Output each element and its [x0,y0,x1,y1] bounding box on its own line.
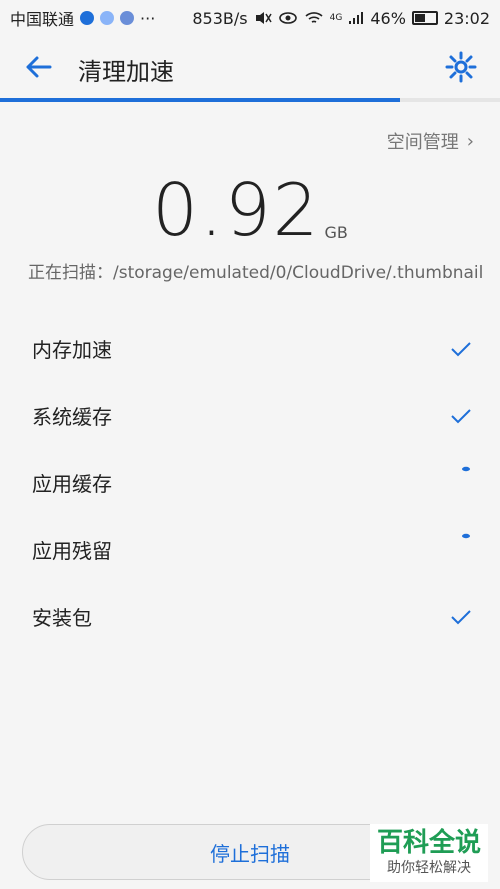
list-item: 内存加速 [0,315,500,382]
junk-size: 0.92 GB [0,168,500,252]
status-bar: 中国联通 ··· 853B/s 4G 46% 23:02 [0,0,500,36]
list-item: 系统缓存 [0,382,500,449]
mute-icon [255,12,272,24]
space-management-link[interactable]: 空间管理 › [387,128,474,154]
loading-spinner-icon [462,466,470,472]
notification-icon [80,11,95,25]
list-item: 应用残留 [0,516,500,583]
scan-category-list: 内存加速 系统缓存 应用缓存 应用残留 安装包 [0,315,500,650]
item-label: 应用残留 [32,539,112,563]
list-item: 安装包 [0,583,500,650]
check-icon [451,609,471,624]
scanning-path: 正在扫描：/storage/emulated/0/CloudDrive/.thu… [28,263,484,283]
item-label: 应用缓存 [32,472,112,496]
page-title: 清理加速 [78,58,174,86]
loading-spinner-icon [462,533,470,539]
cell-signal-icon [349,12,364,24]
item-label: 内存加速 [32,338,112,362]
notification-icon [100,11,115,25]
check-icon [451,341,471,356]
battery-percent: 46% [370,8,406,28]
eye-icon [278,12,297,24]
junk-size-value: 0.92 [152,168,321,252]
notification-icon [120,11,135,25]
list-item: 应用缓存 [0,449,500,516]
space-management-label: 空间管理 [386,132,459,153]
check-icon [451,408,471,423]
carrier-label: 中国联通 [10,10,75,29]
wifi-icon [305,12,323,23]
battery-icon [411,11,438,25]
back-arrow-icon[interactable] [22,50,56,84]
clock: 23:02 [443,8,490,28]
watermark: 百科全说 助你轻松解决 [370,824,488,882]
watermark-subtitle: 助你轻松解决 [387,860,471,876]
chevron-right-icon: › [466,130,474,152]
network-speed: 853B/s [192,8,248,28]
settings-gear-icon[interactable] [444,50,478,84]
signal-type: 4G [329,13,343,23]
more-notifications-icon: ··· [140,8,156,28]
scan-progress-bar [0,98,500,102]
item-label: 系统缓存 [32,405,112,429]
scan-progress-fill [0,98,400,102]
watermark-title: 百科全说 [376,828,481,858]
junk-size-unit: GB [324,223,348,242]
item-label: 安装包 [32,606,92,630]
